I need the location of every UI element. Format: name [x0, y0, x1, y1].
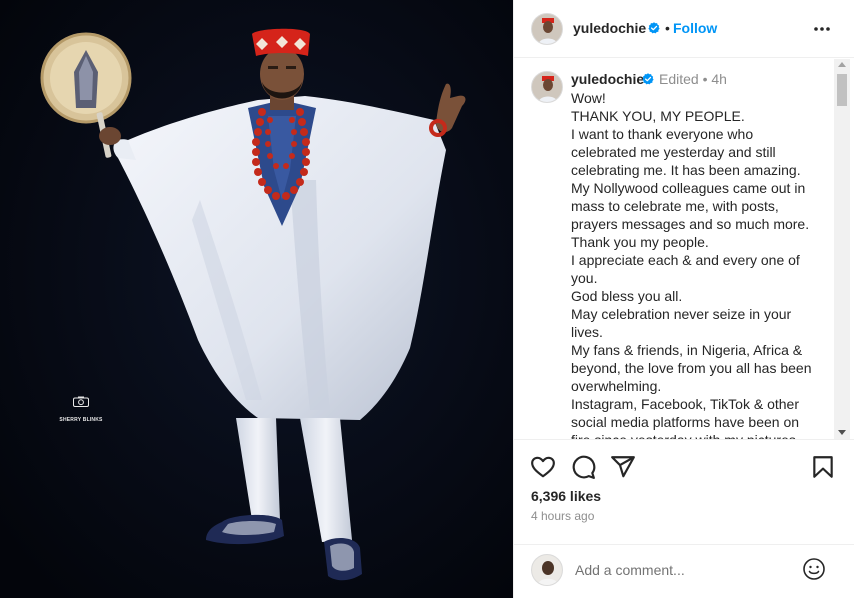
caption-line: God bless you all. — [571, 288, 683, 304]
heart-icon[interactable] — [530, 454, 556, 480]
caption-line: lives. — [571, 324, 603, 340]
camera-icon — [73, 396, 89, 407]
post-actions: 6,396 likes 4 hours ago — [514, 439, 854, 544]
caption-text: Wow! THANK YOU, MY PEOPLE. I want to tha… — [571, 89, 831, 439]
comment-icon[interactable] — [570, 454, 596, 480]
caption-line: mass to celebrate me, with posts, — [571, 198, 779, 214]
caption-line: prayers messages and so much more. — [571, 216, 810, 232]
caption-line: fire since yesterday with my pictures — [571, 431, 831, 439]
paper-plane-icon[interactable] — [610, 454, 636, 480]
scroll-down-arrow-icon[interactable] — [838, 430, 846, 435]
likes-count[interactable]: 6,396 likes — [531, 488, 601, 504]
smiley-icon[interactable] — [802, 557, 826, 581]
caption-scroll-area[interactable]: yuledochie Edited • 4h Wow! THANK YOU, M… — [514, 59, 854, 439]
edited-label: Edited — [659, 71, 699, 87]
post-image — [0, 0, 513, 598]
header-separator: • — [665, 20, 670, 36]
caption-scrollbar[interactable] — [834, 59, 850, 439]
comment-bar — [514, 544, 854, 598]
bookmark-icon[interactable] — [810, 454, 836, 480]
scroll-thumb[interactable] — [837, 74, 847, 106]
caption-line: social media platforms have been on — [571, 414, 800, 430]
caption-line: My fans & friends, in Nigeria, Africa & — [571, 342, 803, 358]
caption-author: yuledochie — [571, 71, 644, 87]
caption-line: May celebration never seize in your — [571, 306, 792, 322]
caption-time[interactable]: 4h — [711, 71, 727, 87]
caption-line: THANK YOU, MY PEOPLE. — [571, 108, 745, 124]
author-username[interactable]: yuledochie — [573, 20, 646, 36]
caption-line: Instagram, Facebook, TikTok & other — [571, 396, 799, 412]
post-details-panel: yuledochie • Follow yuledochie Edited • … — [513, 0, 854, 598]
watermark-text: SHERRY BLINKS — [59, 417, 103, 423]
verified-badge-icon — [642, 73, 654, 85]
viewer-avatar — [531, 554, 563, 586]
author-avatar[interactable] — [531, 13, 563, 45]
caption-line: My Nollywood colleagues came out in — [571, 180, 806, 196]
caption-line: I want to thank everyone who — [571, 126, 754, 142]
more-options-icon[interactable] — [812, 19, 832, 39]
post-header: yuledochie • Follow — [514, 0, 854, 58]
caption-line: you. — [571, 270, 598, 286]
caption-line: beyond, the love from you all has been — [571, 360, 812, 376]
caption-line: Wow! — [571, 90, 606, 106]
caption-line: overwhelming. — [571, 378, 662, 394]
meta-separator: • — [702, 71, 708, 87]
caption-line: Thank you my people. — [571, 234, 709, 250]
caption-meta: Edited • 4h — [659, 71, 727, 87]
caption-username[interactable]: yuledochie — [571, 71, 644, 87]
caption-avatar[interactable] — [531, 71, 563, 103]
scroll-up-arrow-icon[interactable] — [838, 62, 846, 67]
verified-badge-icon — [648, 22, 660, 34]
caption-line: celebrated me yesterday and still — [571, 144, 776, 160]
photographer-watermark: SHERRY BLINKS — [56, 396, 106, 426]
post-timestamp[interactable]: 4 hours ago — [531, 509, 594, 523]
caption-line: celebrating me. It has been amazing. — [571, 162, 801, 178]
follow-button[interactable]: Follow — [673, 20, 717, 36]
comment-input[interactable] — [575, 559, 795, 581]
post-photo[interactable]: SHERRY BLINKS — [0, 0, 513, 598]
caption-line: I appreciate each & and every one of — [571, 252, 800, 268]
